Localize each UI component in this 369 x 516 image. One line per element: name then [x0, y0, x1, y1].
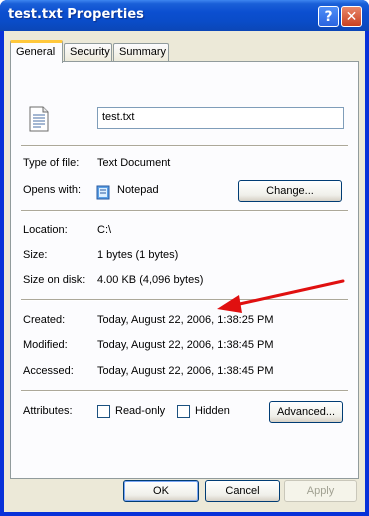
file-name-field[interactable]: test.txt — [97, 107, 344, 129]
dialog-client: General Security Summary test.txt Type o… — [4, 31, 365, 512]
size-label: Size: — [23, 249, 48, 261]
tab-security[interactable]: Security — [64, 43, 112, 62]
window-title: test.txt Properties — [8, 7, 144, 22]
modified-value: Today, August 22, 2006, 1:38:45 PM — [97, 339, 274, 351]
ok-button[interactable]: OK — [123, 480, 199, 502]
cancel-button[interactable]: Cancel — [205, 480, 280, 502]
size-on-disk-value: 4.00 KB (4,096 bytes) — [97, 274, 204, 286]
tab-summary[interactable]: Summary — [113, 43, 169, 62]
attributes-label: Attributes: — [23, 405, 73, 417]
text-file-icon — [29, 106, 49, 132]
size-on-disk-label: Size on disk: — [23, 274, 86, 286]
hidden-checkbox[interactable] — [177, 405, 190, 418]
general-panel: test.txt Type of file: Text Document Ope… — [10, 61, 359, 479]
location-label: Location: — [23, 224, 68, 236]
tab-general[interactable]: General — [10, 40, 63, 63]
created-label: Created: — [23, 314, 66, 326]
opens-with-label: Opens with: — [23, 184, 82, 196]
change-button[interactable]: Change... — [238, 180, 342, 202]
accessed-value: Today, August 22, 2006, 1:38:45 PM — [97, 365, 274, 377]
readonly-checkbox[interactable] — [97, 405, 110, 418]
properties-window: test.txt Properties ? ✕ General Security… — [0, 0, 369, 516]
accessed-label: Accessed: — [23, 365, 74, 377]
apply-button[interactable]: Apply — [284, 480, 357, 502]
opens-with-value: Notepad — [117, 184, 159, 196]
divider — [21, 210, 348, 212]
title-bar[interactable]: test.txt Properties ? ✕ — [0, 0, 369, 31]
divider — [21, 390, 348, 392]
location-value: C:\ — [97, 224, 112, 236]
divider — [21, 145, 348, 147]
type-label: Type of file: — [23, 157, 80, 169]
type-value: Text Document — [97, 157, 171, 169]
help-icon[interactable]: ? — [318, 6, 339, 27]
annotation-arrow — [217, 279, 345, 313]
modified-label: Modified: — [23, 339, 68, 351]
hidden-label[interactable]: Hidden — [195, 405, 230, 417]
notepad-icon — [96, 185, 110, 200]
advanced-button[interactable]: Advanced... — [269, 401, 343, 423]
close-icon[interactable]: ✕ — [341, 6, 362, 27]
readonly-label[interactable]: Read-only — [115, 405, 165, 417]
size-value: 1 bytes (1 bytes) — [97, 249, 179, 261]
